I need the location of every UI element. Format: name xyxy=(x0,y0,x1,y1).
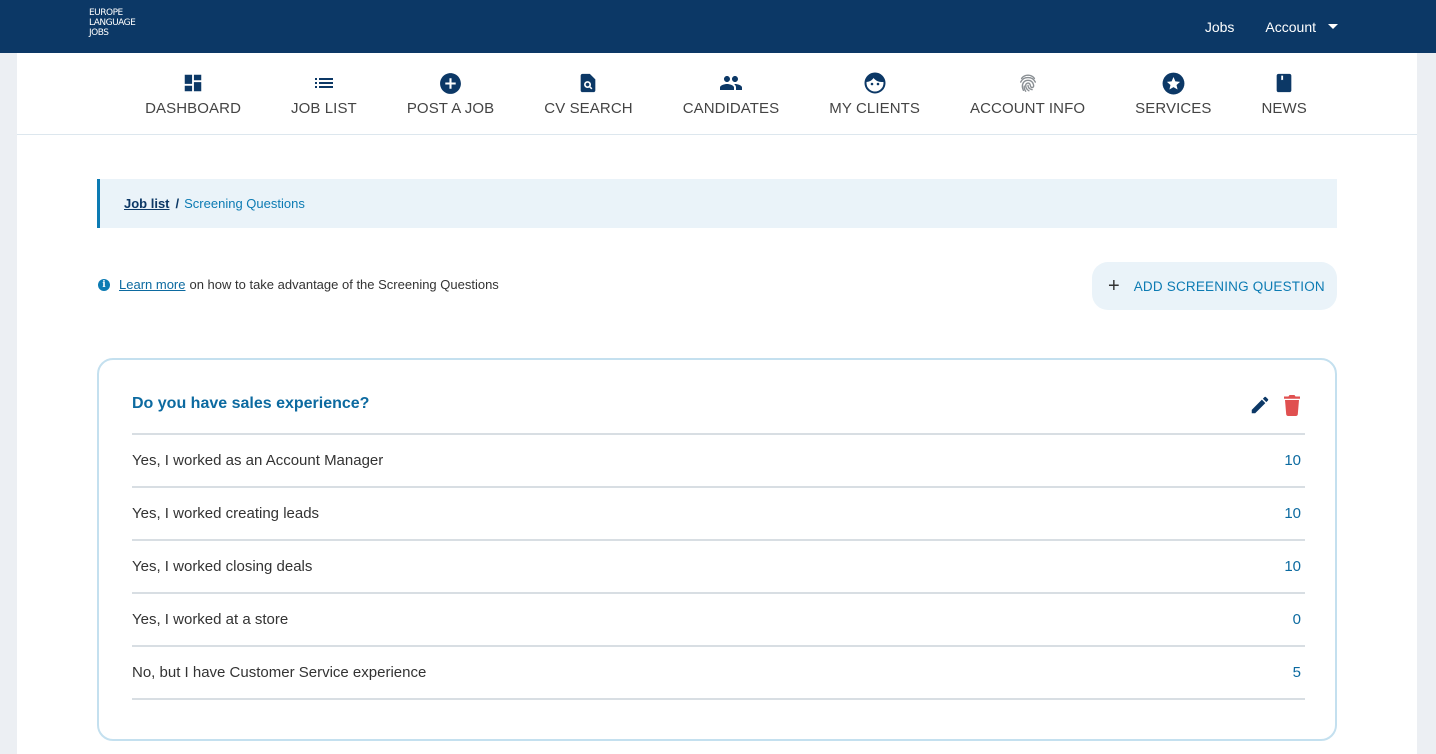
nav-item-post-a-job[interactable]: POST A JOB xyxy=(407,53,494,134)
answer-row: Yes, I worked closing deals 10 xyxy=(132,541,1305,594)
info-icon: i xyxy=(98,278,110,291)
answer-list: Yes, I worked as an Account Manager 10 Y… xyxy=(132,433,1305,700)
nav-label: POST A JOB xyxy=(406,100,495,117)
top-nav: Jobs Account xyxy=(1205,0,1338,53)
answer-text: Yes, I worked at a store xyxy=(132,611,289,628)
answer-text: No, but I have Customer Service experien… xyxy=(132,664,427,681)
breadcrumb-job-list-link[interactable]: Job list xyxy=(124,196,170,211)
answer-row: Yes, I worked as an Account Manager 10 xyxy=(132,435,1305,488)
logo-line: EUROPE xyxy=(89,8,123,18)
answer-row: Yes, I worked at a store 0 xyxy=(132,594,1305,647)
logo-line: LANGUAGE xyxy=(89,18,136,28)
answer-text: Yes, I worked as an Account Manager xyxy=(132,452,384,469)
jobs-link-label: Jobs xyxy=(1204,18,1235,35)
face-icon xyxy=(862,70,888,96)
nav-label: SERVICES xyxy=(1135,100,1212,117)
nav-label: CANDIDATES xyxy=(682,100,780,117)
nav-label: CV SEARCH xyxy=(544,100,633,117)
answer-text: Yes, I worked creating leads xyxy=(132,505,320,522)
answer-row: No, but I have Customer Service experien… xyxy=(132,647,1305,700)
book-icon xyxy=(1271,70,1297,96)
answer-text: Yes, I worked closing deals xyxy=(132,558,313,575)
nav-label: DASHBOARD xyxy=(145,100,241,117)
nav-item-dashboard[interactable]: DASHBOARD xyxy=(145,53,241,134)
answer-score: 5 xyxy=(1292,664,1301,681)
logo-line: JOBS xyxy=(89,28,109,38)
dashboard-icon xyxy=(180,70,206,96)
nav-item-services[interactable]: SERVICES xyxy=(1135,53,1211,134)
question-card: Do you have sales experience? Yes, I wor… xyxy=(97,358,1337,741)
main-nav: DASHBOARD JOB LIST POST A JOB CV SEARCH … xyxy=(17,53,1417,135)
breadcrumb-current: Screening Questions xyxy=(184,196,305,211)
nav-label: ACCOUNT INFO xyxy=(970,100,1086,117)
nav-label: JOB LIST xyxy=(291,100,357,117)
caret-down-icon xyxy=(1328,24,1338,29)
answer-score: 0 xyxy=(1292,611,1301,628)
add-screening-question-label: ADD SCREENING QUESTION xyxy=(1133,278,1325,294)
list-icon xyxy=(311,70,337,96)
add-screening-question-button[interactable]: + ADD SCREENING QUESTION xyxy=(1092,262,1337,310)
people-icon xyxy=(718,70,744,96)
account-menu[interactable]: Account xyxy=(1265,19,1338,35)
account-menu-label: Account xyxy=(1265,18,1316,35)
main-content: DASHBOARD JOB LIST POST A JOB CV SEARCH … xyxy=(17,53,1417,754)
answer-score: 10 xyxy=(1284,505,1301,522)
nav-label: MY CLIENTS xyxy=(829,100,921,117)
star-circle-icon xyxy=(1160,70,1186,96)
nav-item-cv-search[interactable]: CV SEARCH xyxy=(544,53,633,134)
nav-item-candidates[interactable]: CANDIDATES xyxy=(683,53,780,134)
info-line: i Learn more on how to take advantage of… xyxy=(98,277,499,292)
jobs-link[interactable]: Jobs xyxy=(1205,19,1235,35)
nav-item-my-clients[interactable]: MY CLIENTS xyxy=(829,53,920,134)
breadcrumb-separator: / xyxy=(175,196,180,211)
answer-score: 10 xyxy=(1284,452,1301,469)
nav-item-account-info[interactable]: ACCOUNT INFO xyxy=(970,53,1085,134)
question-title: Do you have sales experience? xyxy=(132,395,370,412)
edit-icon[interactable] xyxy=(1249,394,1271,416)
nav-label: NEWS xyxy=(1261,100,1307,117)
nav-item-job-list[interactable]: JOB LIST xyxy=(291,53,357,134)
top-bar: EUROPE LANGUAGE JOBS Jobs Account xyxy=(0,0,1436,53)
plus-icon: + xyxy=(1108,275,1120,297)
answer-row: Yes, I worked creating leads 10 xyxy=(132,488,1305,541)
fingerprint-icon xyxy=(1015,70,1041,96)
learn-more-link[interactable]: Learn more xyxy=(119,277,185,292)
add-circle-icon xyxy=(438,70,464,96)
breadcrumb: Job list / Screening Questions xyxy=(97,179,1337,228)
logo[interactable]: EUROPE LANGUAGE JOBS xyxy=(89,8,136,38)
nav-item-news[interactable]: NEWS xyxy=(1262,53,1307,134)
delete-icon[interactable] xyxy=(1283,394,1301,416)
info-text: on how to take advantage of the Screenin… xyxy=(189,277,499,292)
answer-score: 10 xyxy=(1284,558,1301,575)
document-search-icon xyxy=(575,70,601,96)
